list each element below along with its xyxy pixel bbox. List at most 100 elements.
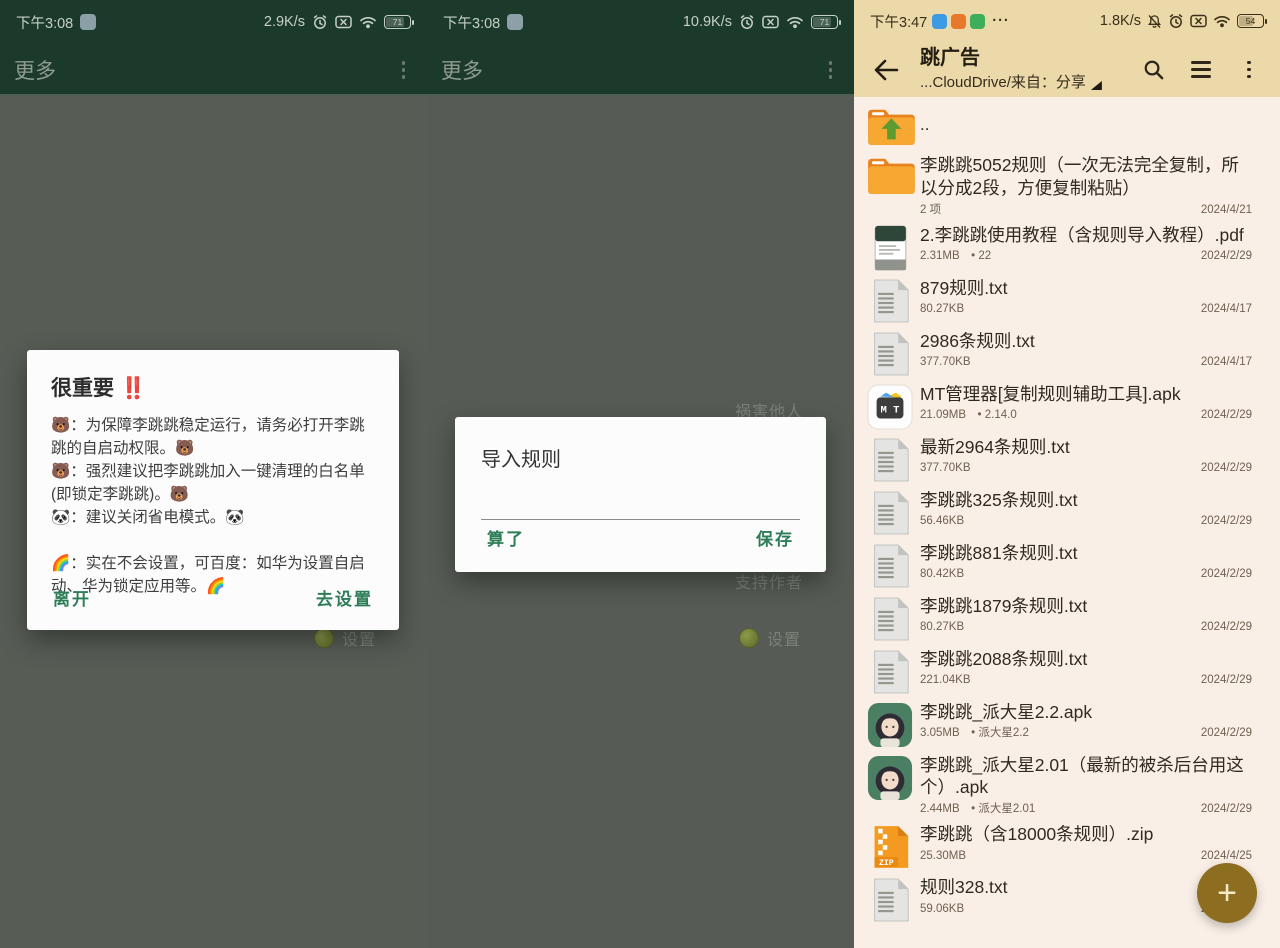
file-row[interactable]: 李跳跳_派大星2.01（最新的被杀后台用这个）.apk2.44MB • 派大星2… — [862, 751, 1252, 821]
file-row[interactable]: 规则328.txt59.06KB2024/4/17 — [862, 873, 1252, 926]
mt-apk-icon: M T — [862, 383, 918, 430]
file-name: 最新2964条规则.txt — [920, 436, 1252, 459]
screen-file-manager: 下午3:47 ··· 1.8K/s 54 — [854, 0, 1280, 948]
add-fab-button[interactable]: + — [1197, 863, 1257, 923]
file-name: 879规则.txt — [920, 277, 1252, 300]
save-button[interactable]: 保存 — [754, 519, 796, 556]
svg-text:M T: M T — [881, 404, 900, 416]
file-size: 2 项 — [920, 202, 941, 218]
mid-top-chrome: 下午3:08 10.9K/s 71 更多 — [427, 0, 854, 96]
file-name: 李跳跳_派大星2.2.apk — [920, 701, 1252, 724]
overflow-menu-icon[interactable] — [1228, 49, 1270, 91]
file-info: 李跳跳5052规则（一次无法完全复制，所以分成2段，方便复制粘贴） 2 项 2024… — [918, 154, 1252, 218]
file-row[interactable]: 2.李跳跳使用教程（含规则导入教程）.pdf2.31MB • 222024/2/… — [862, 221, 1252, 274]
file-name: 李跳跳325条规则.txt — [920, 489, 1252, 512]
file-date: 2024/4/21 — [1201, 202, 1252, 218]
file-row[interactable]: 2986条规则.txt377.70KB 2024/4/17 — [862, 327, 1252, 380]
file-info: .. — [918, 114, 1252, 136]
file-info: 李跳跳2088条规则.txt221.04KB2024/2/29 — [918, 648, 1252, 689]
battery-icon: 71 — [384, 15, 411, 29]
file-row[interactable]: 李跳跳325条规则.txt56.46KB2024/2/29 — [862, 486, 1252, 539]
file-name: MT管理器[复制规则辅助工具].apk — [920, 383, 1252, 406]
file-info: 李跳跳_派大星2.01（最新的被杀后台用这个）.apk2.44MB • 派大星2… — [918, 754, 1252, 818]
file-row[interactable]: 879规则.txt80.27KB2024/4/17 — [862, 274, 1252, 327]
leave-button[interactable]: 离开 — [51, 579, 93, 616]
file-row[interactable]: ZIP 李跳跳（含18000条规则）.zip25.30MB2024/4/25 — [862, 820, 1252, 873]
txt-icon — [862, 595, 918, 642]
file-row[interactable]: .. — [862, 99, 1252, 151]
file-date: 2024/4/17 — [1201, 354, 1252, 370]
sms-blocked-icon — [335, 15, 352, 29]
txt-icon — [862, 542, 918, 589]
view-list-icon[interactable] — [1180, 49, 1222, 91]
left-app-bar: 更多 — [0, 44, 427, 96]
back-arrow-icon[interactable] — [866, 50, 906, 90]
file-size: 21.09MB • 2.14.0 — [920, 407, 1017, 423]
girl-apk-icon — [862, 754, 918, 801]
file-row[interactable]: 李跳跳1879条规则.txt80.27KB2024/2/29 — [862, 592, 1252, 645]
file-row[interactable]: 李跳跳881条规则.txt80.42KB2024/2/29 — [862, 539, 1252, 592]
svg-text:ZIP: ZIP — [879, 859, 894, 868]
txt-icon — [862, 876, 918, 923]
file-size: 80.27KB — [920, 301, 964, 317]
file-info: 879规则.txt80.27KB2024/4/17 — [918, 277, 1252, 318]
folder-icon — [862, 154, 918, 195]
file-info: 李跳跳（含18000条规则）.zip25.30MB2024/4/25 — [918, 823, 1252, 864]
girl-apk-icon — [862, 701, 918, 748]
mid-app-bar: 更多 — [427, 44, 854, 96]
mid-status-bar: 下午3:08 10.9K/s 71 — [427, 0, 854, 44]
cancel-button[interactable]: 算了 — [485, 519, 527, 556]
fm-status-bar: 下午3:47 ··· 1.8K/s 54 — [854, 0, 1280, 42]
file-row[interactable]: 最新2964条规则.txt377.70KB2024/2/29 — [862, 433, 1252, 486]
dialog-title: 导入规则 — [481, 443, 800, 472]
file-size: 2.44MB • 派大星2.01 — [920, 801, 1035, 817]
pdf-icon — [862, 224, 918, 271]
breadcrumb: ...CloudDrive/来自：分享 — [920, 71, 1086, 92]
file-date: 2024/2/29 — [1201, 513, 1252, 529]
file-info: 李跳跳_派大星2.2.apk3.05MB • 派大星2.22024/2/29 — [918, 701, 1252, 742]
important-warning-dialog: 很重要‼️ 🐻：为保障李跳跳稳定运行，请务必打开李跳跳的自启动权限。🐻 🐻：强烈… — [27, 350, 399, 630]
rule-input[interactable] — [481, 497, 800, 520]
network-speed: 1.8K/s — [1100, 13, 1141, 29]
file-info: 最新2964条规则.txt377.70KB2024/2/29 — [918, 436, 1252, 477]
settings-coin-icon — [739, 628, 759, 648]
go-settings-button[interactable]: 去设置 — [314, 579, 375, 616]
file-name: 李跳跳（含18000条规则）.zip — [920, 823, 1252, 846]
overflow-menu-icon[interactable] — [823, 55, 839, 85]
folder-up-icon — [862, 105, 918, 146]
network-speed: 2.9K/s — [264, 14, 305, 30]
zip-icon: ZIP — [862, 823, 918, 870]
screen-more-warning: 下午3:08 2.9K/s 71 更多 — [0, 0, 428, 948]
file-row[interactable]: 李跳跳2088条规则.txt221.04KB2024/2/29 — [862, 645, 1252, 698]
fm-title-block[interactable]: 跳广告 ...CloudDrive/来自：分享 — [906, 47, 1132, 92]
battery-icon: 54 — [1237, 14, 1264, 28]
status-time: 下午3:08 — [16, 12, 73, 33]
alarm-icon — [1168, 13, 1184, 29]
file-date: 2024/4/25 — [1201, 848, 1252, 864]
dialog-body-text: 🐻：为保障李跳跳稳定运行，请务必打开李跳跳的自启动权限。🐻 🐻：强烈建议把李跳跳… — [51, 415, 375, 599]
left-status-bar: 下午3:08 2.9K/s 71 — [0, 0, 427, 44]
notification-icons — [932, 14, 985, 29]
search-icon[interactable] — [1132, 49, 1174, 91]
file-name: 2986条规则.txt — [920, 330, 1252, 353]
file-date: 2024/2/29 — [1201, 248, 1252, 264]
file-row[interactable]: 李跳跳5052规则（一次无法完全复制，所以分成2段，方便复制粘贴） 2 项 2024… — [862, 151, 1252, 221]
settings-item-dimmed: 设置 — [739, 626, 801, 650]
file-name: 李跳跳5052规则（一次无法完全复制，所以分成2段，方便复制粘贴） — [920, 154, 1252, 200]
left-top-chrome: 下午3:08 2.9K/s 71 更多 — [0, 0, 427, 96]
status-time: 下午3:47 — [870, 11, 927, 32]
wifi-icon — [1213, 14, 1231, 28]
file-size: 3.05MB • 派大星2.2 — [920, 725, 1029, 741]
file-info: MT管理器[复制规则辅助工具].apk21.09MB • 2.14.02024/… — [918, 383, 1252, 424]
file-row[interactable]: 李跳跳_派大星2.2.apk3.05MB • 派大星2.22024/2/29 — [862, 698, 1252, 751]
overflow-menu-icon[interactable] — [396, 55, 412, 85]
file-size: 80.42KB — [920, 566, 964, 582]
file-date: 2024/2/29 — [1201, 460, 1252, 476]
file-date: 2024/2/29 — [1201, 801, 1252, 817]
sms-blocked-icon — [1190, 14, 1207, 28]
file-row[interactable]: M T MT管理器[复制规则辅助工具].apk21.09MB • 2.14.020… — [862, 380, 1252, 433]
file-size: 377.70KB — [920, 354, 971, 370]
settings-coin-icon — [314, 628, 334, 648]
import-rules-dialog: 导入规则 算了 保存 — [455, 417, 826, 572]
txt-icon — [862, 330, 918, 377]
